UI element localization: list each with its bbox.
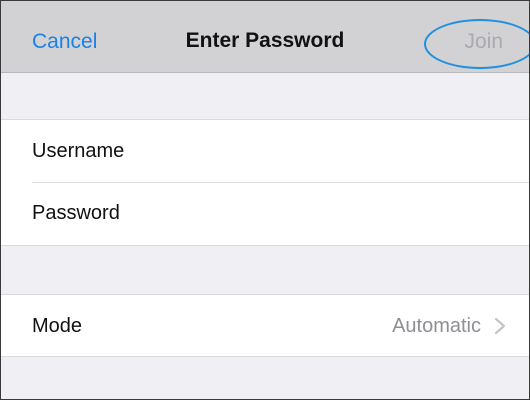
settings-group: Mode Automatic	[1, 294, 529, 357]
mode-label: Mode	[32, 315, 83, 337]
page-title: Enter Password	[185, 29, 345, 52]
password-dialog: Cancel Enter Password Join Username Pass…	[0, 0, 530, 400]
navigation-bar: Cancel Enter Password Join	[1, 1, 529, 73]
chevron-right-icon	[494, 317, 506, 335]
password-row[interactable]: Password	[1, 182, 529, 244]
username-row[interactable]: Username	[1, 120, 529, 182]
credentials-group: Username Password	[1, 119, 529, 246]
username-field[interactable]	[151, 132, 509, 172]
password-field[interactable]	[151, 194, 509, 234]
password-label: Password	[32, 202, 120, 224]
mode-row[interactable]: Mode Automatic	[1, 295, 529, 357]
join-button[interactable]: Join	[464, 30, 503, 54]
mode-value: Automatic	[392, 315, 481, 337]
username-label: Username	[32, 140, 125, 162]
